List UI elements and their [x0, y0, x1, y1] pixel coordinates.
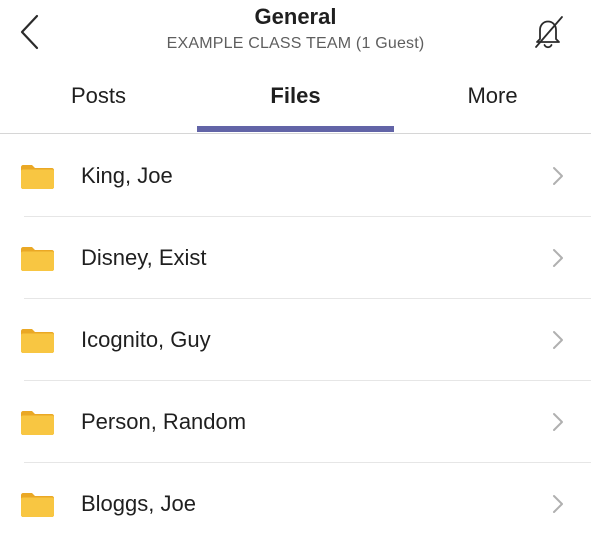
tab-posts-label: Posts	[70, 83, 127, 108]
folder-icon	[21, 165, 54, 189]
list-item[interactable]: Bloggs, Joe	[0, 463, 591, 545]
folder-icon	[21, 493, 54, 517]
folder-name: Bloggs, Joe	[81, 491, 196, 516]
tab-bar: Posts Files More	[0, 62, 591, 134]
active-tab-indicator	[197, 126, 394, 132]
list-item[interactable]: King, Joe	[0, 135, 591, 217]
header-bar: General EXAMPLE CLASS TEAM (1 Guest)	[0, 0, 591, 62]
list-item[interactable]: Person, Random	[0, 381, 591, 463]
folder-icon	[21, 411, 54, 435]
list-item[interactable]: Icognito, Guy	[0, 299, 591, 381]
mute-notifications-button[interactable]	[526, 10, 570, 54]
bell-off-icon	[535, 16, 563, 49]
chevron-right-icon	[553, 413, 563, 431]
chevron-right-icon	[553, 249, 563, 267]
back-button[interactable]	[10, 10, 50, 54]
folder-name: Disney, Exist	[81, 245, 207, 270]
list-item[interactable]: Disney, Exist	[0, 217, 591, 299]
tab-posts[interactable]: Posts	[0, 62, 197, 133]
chevron-right-icon	[553, 167, 563, 185]
tab-more-label: More	[467, 83, 518, 108]
folder-name: Icognito, Guy	[81, 327, 211, 352]
chevron-left-icon	[20, 14, 39, 50]
chevron-right-icon	[553, 331, 563, 349]
folder-icon	[21, 329, 54, 353]
tab-files-label: Files	[270, 83, 321, 108]
team-subtitle: EXAMPLE CLASS TEAM (1 Guest)	[166, 35, 425, 52]
tab-more[interactable]: More	[394, 62, 591, 133]
chevron-right-icon	[553, 495, 563, 513]
page-title: General	[254, 4, 337, 29]
folder-icon	[21, 247, 54, 271]
tab-files[interactable]: Files	[197, 62, 394, 133]
title-block: General EXAMPLE CLASS TEAM (1 Guest)	[100, 4, 491, 55]
folder-name: Person, Random	[81, 409, 247, 434]
file-list: King, Joe Disney, Exist Icognito, Guy Pe…	[0, 135, 591, 545]
folder-name: King, Joe	[81, 163, 173, 188]
